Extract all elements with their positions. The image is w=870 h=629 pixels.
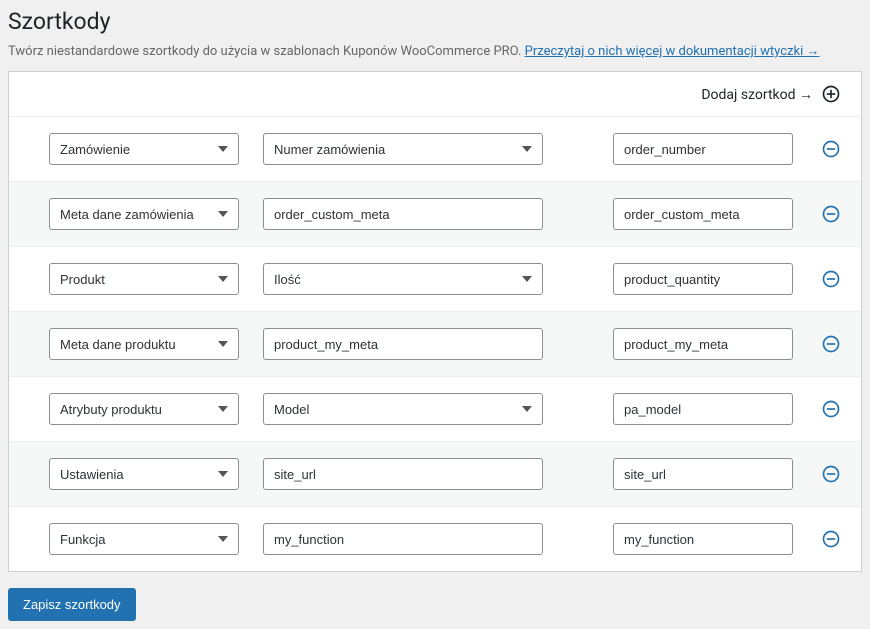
shortcode-row: Ustawienia [9, 442, 861, 507]
subtype-input[interactable] [263, 198, 543, 230]
shortcode-row: Produkt Ilość [9, 247, 861, 312]
subtype-select[interactable]: Ilość [263, 263, 543, 295]
shortcode-name-input[interactable] [613, 393, 793, 425]
save-button[interactable]: Zapisz szortkody [8, 588, 136, 621]
remove-circle-icon[interactable] [821, 334, 841, 354]
remove-circle-icon[interactable] [821, 139, 841, 159]
shortcode-name-input[interactable] [613, 328, 793, 360]
add-shortcode-label: Dodaj szortkod → [701, 86, 813, 103]
remove-circle-icon[interactable] [821, 399, 841, 419]
remove-circle-icon[interactable] [821, 269, 841, 289]
subtype-input[interactable] [263, 328, 543, 360]
shortcode-row: Meta dane zamówienia [9, 182, 861, 247]
shortcode-name-input[interactable] [613, 523, 793, 555]
type-select[interactable]: Atrybuty produktu [49, 393, 239, 425]
remove-circle-icon[interactable] [821, 464, 841, 484]
remove-circle-icon[interactable] [821, 529, 841, 549]
shortcode-row: Meta dane produktu [9, 312, 861, 377]
type-select[interactable]: Funkcja [49, 523, 239, 555]
shortcodes-panel: Dodaj szortkod → Zamówienie Numer zamówie… [8, 71, 862, 572]
type-select[interactable]: Meta dane produktu [49, 328, 239, 360]
subtype-input[interactable] [263, 523, 543, 555]
docs-link[interactable]: Przeczytaj o nich więcej w dokumentacji … [525, 44, 820, 59]
type-select[interactable]: Produkt [49, 263, 239, 295]
shortcode-name-input[interactable] [613, 133, 793, 165]
shortcode-row: Zamówienie Numer zamówienia [9, 117, 861, 182]
shortcode-name-input[interactable] [613, 263, 793, 295]
shortcode-row: Atrybuty produktu Model [9, 377, 861, 442]
type-select[interactable]: Meta dane zamówienia [49, 198, 239, 230]
page-description: Twórz niestandardowe szortkody do użycia… [8, 43, 862, 59]
subtype-input[interactable] [263, 458, 543, 490]
shortcode-row: Funkcja [9, 507, 861, 571]
subtype-select[interactable]: Model [263, 393, 543, 425]
shortcode-name-input[interactable] [613, 458, 793, 490]
description-text: Twórz niestandardowe szortkody do użycia… [8, 44, 525, 59]
shortcode-name-input[interactable] [613, 198, 793, 230]
page-title: Szortkody [8, 8, 862, 35]
add-shortcode-row: Dodaj szortkod → [9, 72, 861, 117]
type-select[interactable]: Zamówienie [49, 133, 239, 165]
type-select[interactable]: Ustawienia [49, 458, 239, 490]
add-circle-icon[interactable] [821, 84, 841, 104]
subtype-select[interactable]: Numer zamówienia [263, 133, 543, 165]
remove-circle-icon[interactable] [821, 204, 841, 224]
